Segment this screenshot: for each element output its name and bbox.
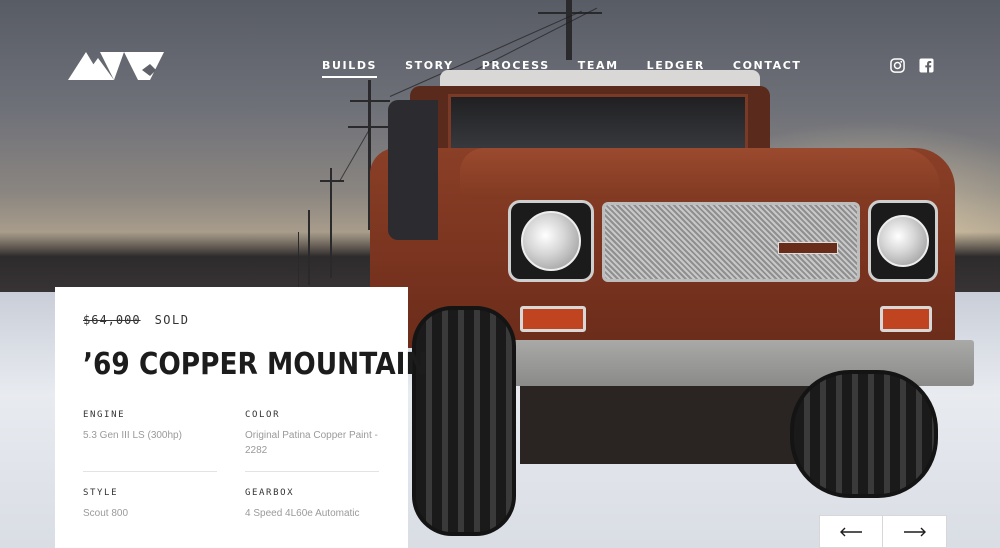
social-links xyxy=(890,58,934,73)
mountain-logo-icon xyxy=(68,52,164,80)
truck-hood xyxy=(460,148,940,198)
spec-color: COLOR Original Patina Copper Paint - 228… xyxy=(245,410,379,472)
spec-style: STYLE Scout 800 xyxy=(83,488,217,548)
status-badge: SOLD xyxy=(154,313,190,327)
left-turn-signal xyxy=(520,306,586,332)
headlight-lens xyxy=(877,215,929,267)
spec-label: GEARBOX xyxy=(245,488,295,498)
scout-truck-image xyxy=(370,70,980,548)
front-right-tire xyxy=(790,370,938,498)
next-button[interactable] xyxy=(883,515,947,548)
nav-builds[interactable]: BUILDS xyxy=(322,59,378,78)
spec-value: 4 Speed 4L60e Automatic xyxy=(245,508,360,519)
spec-label: STYLE xyxy=(83,488,119,498)
carousel-controls xyxy=(819,515,947,548)
arrow-left-icon xyxy=(840,527,862,536)
main-nav: BUILDS STORY PROCESS TEAM LEDGER CONTACT xyxy=(322,59,829,78)
power-pole xyxy=(298,232,299,287)
spec-label: COLOR xyxy=(245,410,281,420)
nav-story[interactable]: STORY xyxy=(405,59,454,78)
spec-engine: ENGINE 5.3 Gen III LS (300hp) xyxy=(83,410,217,472)
power-pole xyxy=(308,210,310,285)
front-left-tire xyxy=(412,306,516,536)
nav-ledger[interactable]: LEDGER xyxy=(647,59,705,78)
facebook-icon[interactable] xyxy=(919,58,934,73)
spec-gearbox: GEARBOX 4 Speed 4L60e Automatic xyxy=(245,488,379,548)
brand-logo[interactable] xyxy=(68,50,164,82)
right-turn-signal xyxy=(880,306,932,332)
spec-grid: ENGINE 5.3 Gen III LS (300hp) COLOR Orig… xyxy=(83,410,380,548)
headlight-lens xyxy=(521,211,581,271)
grille-badge xyxy=(778,242,838,254)
vehicle-info-card: $64,000 SOLD ’69 COPPER MOUNTAIN ENGINE … xyxy=(55,287,428,548)
price-strikethrough: $64,000 xyxy=(83,313,141,327)
nav-team[interactable]: TEAM xyxy=(578,59,619,78)
right-headlight xyxy=(868,200,938,282)
power-pole xyxy=(330,168,332,278)
arrow-right-icon xyxy=(903,527,926,536)
spec-value: 5.3 Gen III LS (300hp) xyxy=(83,430,182,441)
power-wire xyxy=(339,128,371,181)
vehicle-title: ’69 COPPER MOUNTAIN xyxy=(83,347,428,382)
instagram-icon[interactable] xyxy=(890,58,905,73)
power-pole xyxy=(566,0,572,60)
spec-label: ENGINE xyxy=(83,410,126,420)
power-pole-arm xyxy=(538,12,602,14)
left-headlight xyxy=(508,200,594,282)
spec-value: Scout 800 xyxy=(83,508,129,519)
truck-side-window xyxy=(388,100,438,240)
price-row: $64,000 SOLD xyxy=(83,313,380,327)
nav-contact[interactable]: CONTACT xyxy=(733,59,802,78)
spec-value: Original Patina Copper Paint - 2282 xyxy=(245,430,378,456)
prev-button[interactable] xyxy=(819,515,883,548)
nav-process[interactable]: PROCESS xyxy=(482,59,550,78)
